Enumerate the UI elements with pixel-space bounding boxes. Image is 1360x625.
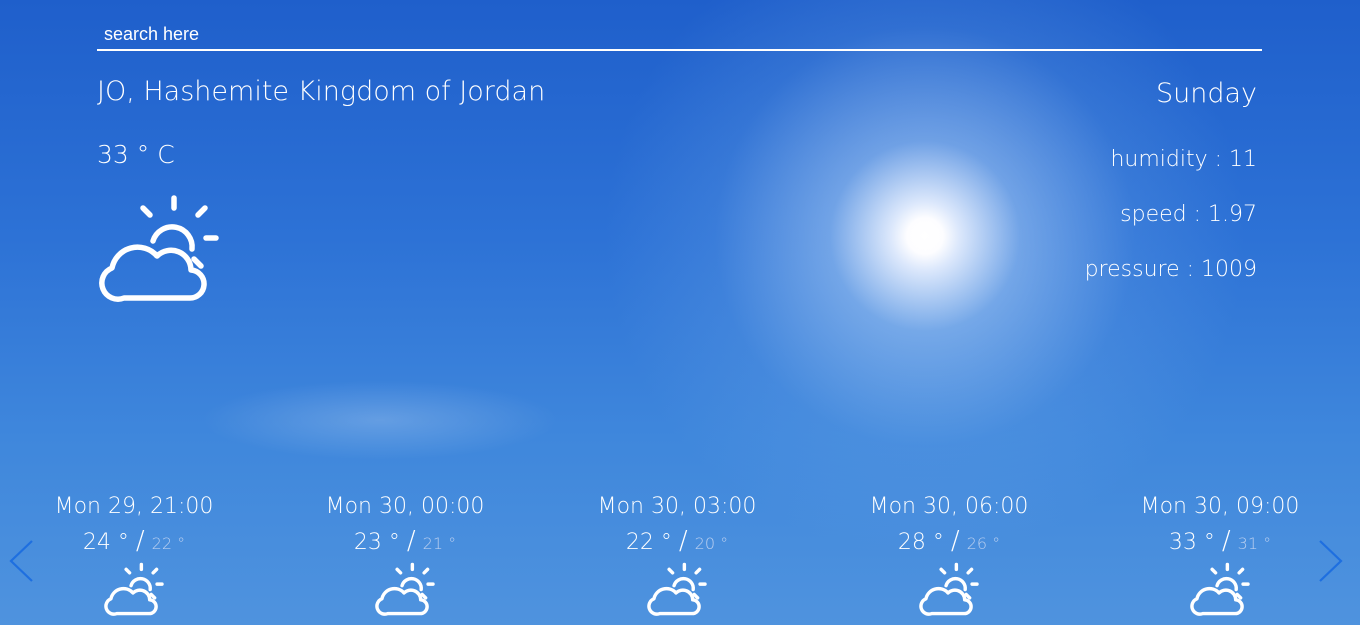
forecast-separator: / [1221,526,1231,556]
forecast-datetime: Mon 30, 03:00 [597,494,757,519]
location-name: JO, Hashemite Kingdom of Jordan [97,76,546,107]
forecast-separator: / [950,526,960,556]
day-label: Sunday [1155,78,1257,109]
forecast-low: 21 ° [422,534,457,553]
chevron-right-icon[interactable] [1316,538,1346,584]
forecast-low: 26 ° [966,534,1001,553]
forecast-carousel: Mon 29, 21:00 24 ° / 22 ° Mon 30, 00:00 … [0,494,1360,625]
forecast-low: 22 ° [151,534,186,553]
forecast-high: 23 ° [353,530,400,555]
forecast-item: Mon 29, 21:00 24 ° / 22 ° [34,494,234,617]
partly-cloudy-day-icon [375,562,435,616]
partly-cloudy-day-icon [647,562,707,616]
forecast-temps: 22 ° / 20 ° [577,526,777,556]
forecast-high: 24 ° [82,530,129,555]
cloud-haze [200,380,560,460]
forecast-separator: / [678,526,688,556]
partly-cloudy-day-icon [919,562,979,616]
forecast-datetime: Mon 29, 21:00 [54,494,214,519]
current-temperature: 33 ° C [97,140,175,169]
forecast-item: Mon 30, 00:00 23 ° / 21 ° [305,494,505,617]
search-input[interactable] [97,20,1262,49]
forecast-high: 22 ° [625,530,672,555]
forecast-temps: 24 ° / 22 ° [34,526,234,556]
forecast-item: Mon 30, 06:00 28 ° / 26 ° [849,494,1049,617]
forecast-item: Mon 30, 03:00 22 ° / 20 ° [577,494,777,617]
forecast-low: 31 ° [1237,534,1272,553]
forecast-datetime: Mon 30, 09:00 [1140,494,1300,519]
pressure-label: pressure : 1009 [1084,257,1257,282]
chevron-left-icon[interactable] [6,538,36,584]
forecast-temps: 33 ° / 31 ° [1120,526,1320,556]
forecast-high: 33 ° [1168,530,1215,555]
partly-cloudy-day-icon [104,562,164,616]
forecast-high: 28 ° [897,530,944,555]
search-bar [97,20,1262,51]
partly-cloudy-day-icon [99,195,219,302]
humidity-label: humidity : 11 [1110,147,1257,172]
wind-speed-label: speed : 1.97 [1120,202,1257,227]
forecast-separator: / [135,526,145,556]
forecast-temps: 28 ° / 26 ° [849,526,1049,556]
forecast-temps: 23 ° / 21 ° [305,526,505,556]
forecast-item: Mon 30, 09:00 33 ° / 31 ° [1120,494,1320,617]
forecast-datetime: Mon 30, 06:00 [869,494,1029,519]
forecast-separator: / [406,526,416,556]
partly-cloudy-day-icon [1190,562,1250,616]
forecast-low: 20 ° [694,534,729,553]
forecast-datetime: Mon 30, 00:00 [325,494,485,519]
